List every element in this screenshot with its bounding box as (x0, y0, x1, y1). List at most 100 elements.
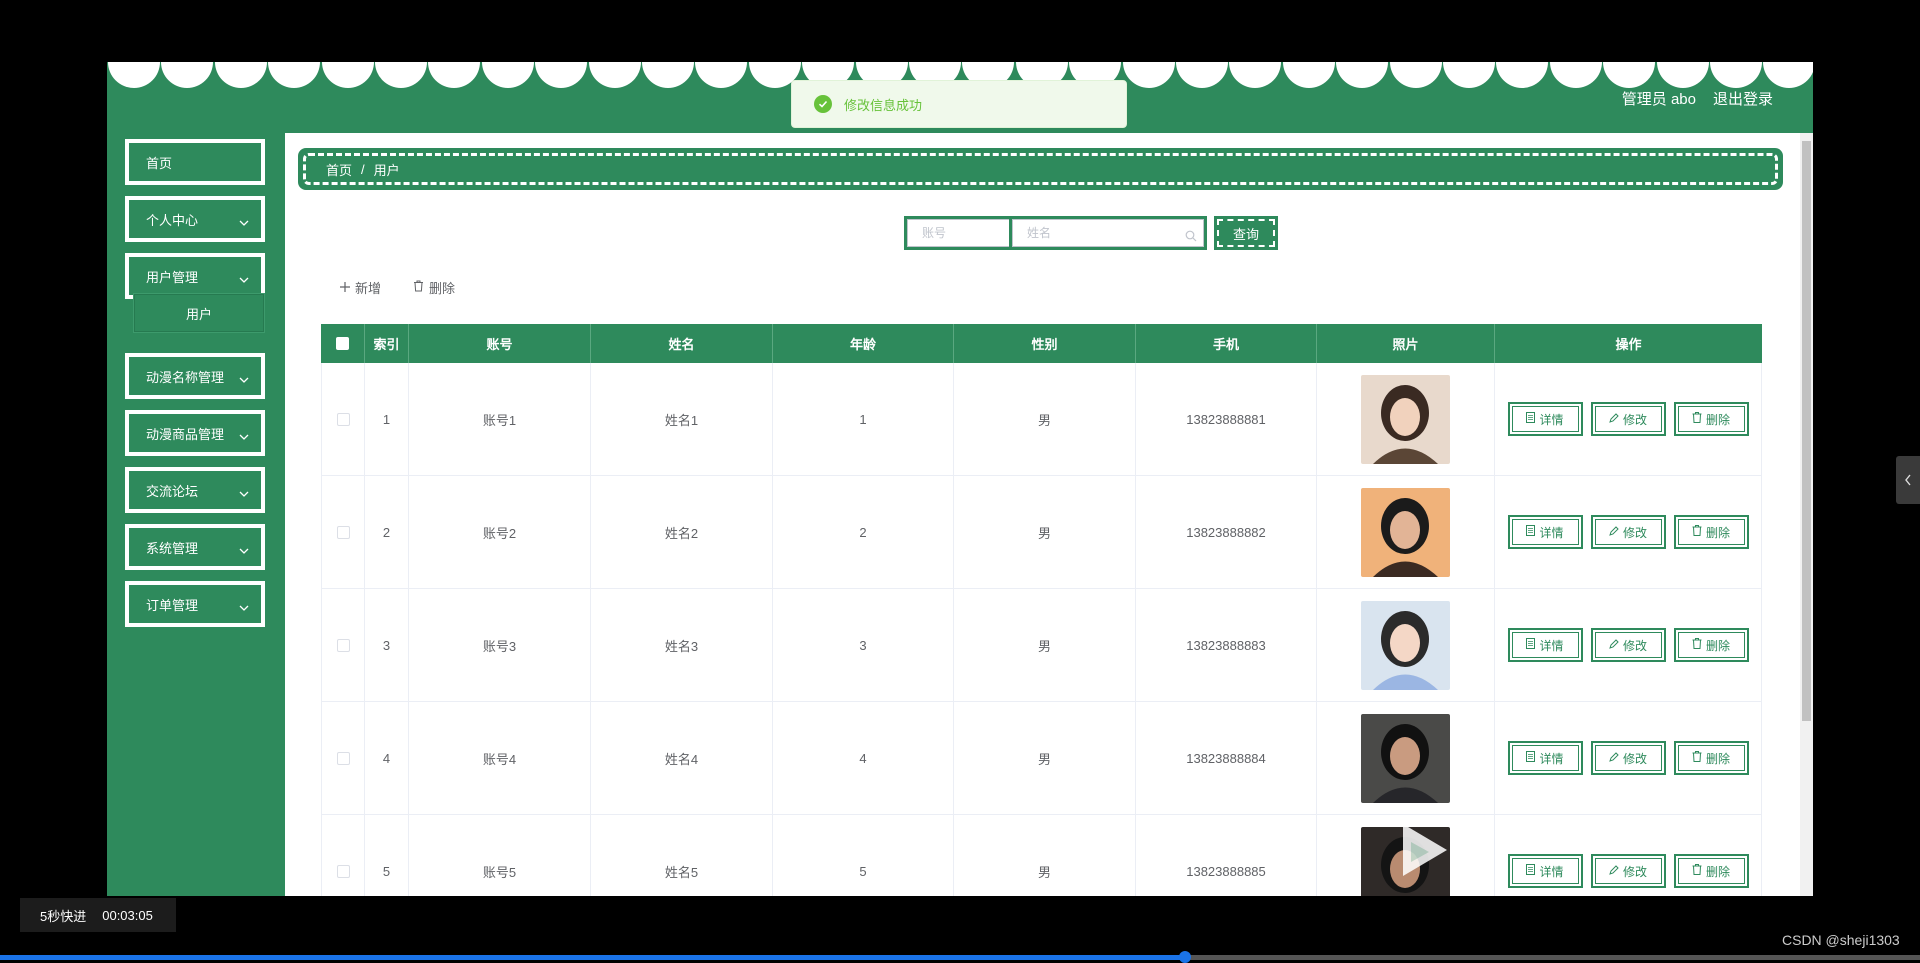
main-content: 首页 / 用户 查询 新增 (285, 133, 1813, 896)
scallop (1603, 62, 1656, 88)
sidebar-item-label: 个人中心 (146, 212, 199, 228)
cell-sex: 男 (954, 815, 1136, 896)
cell-name: 姓名4 (591, 702, 773, 814)
delete-button-label: 删除 (1705, 525, 1730, 540)
add-button[interactable]: 新增 (340, 278, 381, 297)
column-header: 姓名 (591, 324, 773, 363)
toast-message: 修改信息成功 (844, 97, 923, 113)
column-header: 性别 (954, 324, 1136, 363)
edit-button[interactable]: 修改 (1590, 628, 1666, 662)
logout-link[interactable]: 退出登录 (1713, 88, 1773, 109)
sidebar-item-system-management[interactable]: 系统管理 (125, 524, 265, 570)
cell-select (321, 476, 365, 588)
video-progress-bar[interactable] (0, 951, 1920, 963)
user-photo[interactable] (1361, 600, 1450, 690)
breadcrumb-home[interactable]: 首页 (326, 160, 352, 179)
detail-button[interactable]: 详情 (1507, 628, 1583, 662)
scrollbar[interactable] (1800, 133, 1813, 896)
sidebar-item-anime-goods-management[interactable]: 动漫商品管理 (125, 410, 265, 456)
table-row[interactable]: 2 账号2 姓名2 2 男 13823888882 详情 修改 删除 (321, 476, 1762, 589)
breadcrumb-current: 用户 (373, 162, 400, 178)
delete-button[interactable]: 删除 (1673, 628, 1749, 662)
video-player-status: 5秒快进 00:03:05 (20, 898, 176, 932)
edit-button[interactable]: 修改 (1590, 402, 1666, 436)
detail-button-label: 详情 (1539, 412, 1564, 427)
query-button[interactable]: 查询 (1214, 216, 1278, 250)
cell-name: 姓名3 (591, 589, 773, 701)
document-icon (1526, 751, 1536, 765)
cell-phone: 13823888881 (1136, 363, 1317, 475)
user-photo[interactable] (1361, 374, 1450, 464)
batch-delete-button[interactable]: 删除 (413, 278, 455, 297)
current-user: 管理员 abo (1621, 91, 1696, 108)
detail-button[interactable]: 详情 (1507, 402, 1583, 436)
scallop (1549, 62, 1602, 88)
sidebar-item-anime-name-management[interactable]: 动漫名称管理 (125, 353, 265, 399)
cell-select (321, 363, 365, 475)
video-progress-fill (0, 955, 1185, 960)
cell-account: 账号5 (409, 815, 591, 896)
row-checkbox[interactable] (336, 751, 350, 765)
scrollbar-thumb[interactable] (1802, 141, 1811, 721)
scallop (695, 62, 748, 88)
search-icon (1185, 227, 1197, 246)
table-row[interactable]: 4 账号4 姓名4 4 男 13823888884 详情 修改 删除 (321, 702, 1762, 815)
play-icon[interactable] (1395, 820, 1455, 884)
scallop (481, 62, 534, 88)
edit-button[interactable]: 修改 (1590, 741, 1666, 775)
sidebar-item-order-management[interactable]: 订单管理 (125, 581, 265, 627)
edit-button-label: 修改 (1622, 638, 1647, 653)
name-search-input[interactable] (1012, 219, 1204, 247)
sidebar-item-home[interactable]: 首页 (125, 139, 265, 185)
table-row[interactable]: 1 账号1 姓名1 1 男 13823888881 详情 修改 删除 (321, 363, 1762, 476)
detail-button[interactable]: 详情 (1507, 854, 1583, 888)
edit-button[interactable]: 修改 (1590, 515, 1666, 549)
scallop (1282, 62, 1335, 88)
row-checkbox[interactable] (336, 864, 350, 878)
sidebar-item-forum[interactable]: 交流论坛 (125, 467, 265, 513)
row-checkbox[interactable] (336, 638, 350, 652)
video-progress-handle[interactable] (1178, 951, 1191, 963)
scallop (642, 62, 694, 88)
cell-sex: 男 (954, 476, 1136, 588)
detail-button[interactable]: 详情 (1507, 515, 1583, 549)
cell-index: 2 (365, 476, 409, 588)
edit-button[interactable]: 修改 (1590, 854, 1666, 888)
cell-age: 5 (773, 815, 954, 896)
delete-button[interactable]: 删除 (1673, 402, 1749, 436)
row-checkbox[interactable] (336, 525, 350, 539)
trash-icon (413, 280, 424, 295)
edit-icon (1609, 751, 1619, 765)
user-photo[interactable] (1361, 487, 1450, 577)
detail-button[interactable]: 详情 (1507, 741, 1583, 775)
cell-age: 2 (773, 476, 954, 588)
column-header: 账号 (409, 324, 591, 363)
scallop (1176, 62, 1228, 88)
select-all-checkbox[interactable] (336, 337, 349, 350)
chevron-down-icon (239, 371, 249, 386)
delete-button[interactable]: 删除 (1673, 515, 1749, 549)
document-icon (1526, 638, 1536, 652)
cell-photo (1317, 702, 1495, 814)
sidebar-item-label: 动漫名称管理 (146, 369, 225, 385)
side-panel-toggle[interactable] (1896, 456, 1920, 504)
cell-age: 3 (773, 589, 954, 701)
delete-button[interactable]: 删除 (1673, 741, 1749, 775)
cell-phone: 13823888885 (1136, 815, 1317, 896)
delete-button-label: 删除 (1705, 751, 1730, 766)
cell-actions: 详情 修改 删除 (1495, 476, 1762, 588)
sidebar-subitem-user[interactable]: 用户 (133, 293, 265, 333)
sidebar-item-personal-center[interactable]: 个人中心 (125, 196, 265, 242)
delete-button[interactable]: 删除 (1673, 854, 1749, 888)
cell-name: 姓名5 (591, 815, 773, 896)
row-checkbox[interactable] (336, 412, 350, 426)
user-photo[interactable] (1361, 713, 1450, 803)
cell-account: 账号1 (409, 363, 591, 475)
table-row[interactable]: 5 账号5 姓名5 5 男 13823888885 详情 修改 删除 (321, 815, 1762, 896)
success-toast: 修改信息成功 (791, 80, 1127, 128)
app-window: 管理员 abo 退出登录 修改信息成功 首页 个人中心 用户管理 动漫名称管理 动漫商品… (107, 62, 1813, 896)
table-row[interactable]: 3 账号3 姓名3 3 男 13823888883 详情 修改 删除 (321, 589, 1762, 702)
cell-actions: 详情 修改 删除 (1495, 363, 1762, 475)
cell-actions: 详情 修改 删除 (1495, 815, 1762, 896)
edit-icon (1609, 638, 1619, 652)
